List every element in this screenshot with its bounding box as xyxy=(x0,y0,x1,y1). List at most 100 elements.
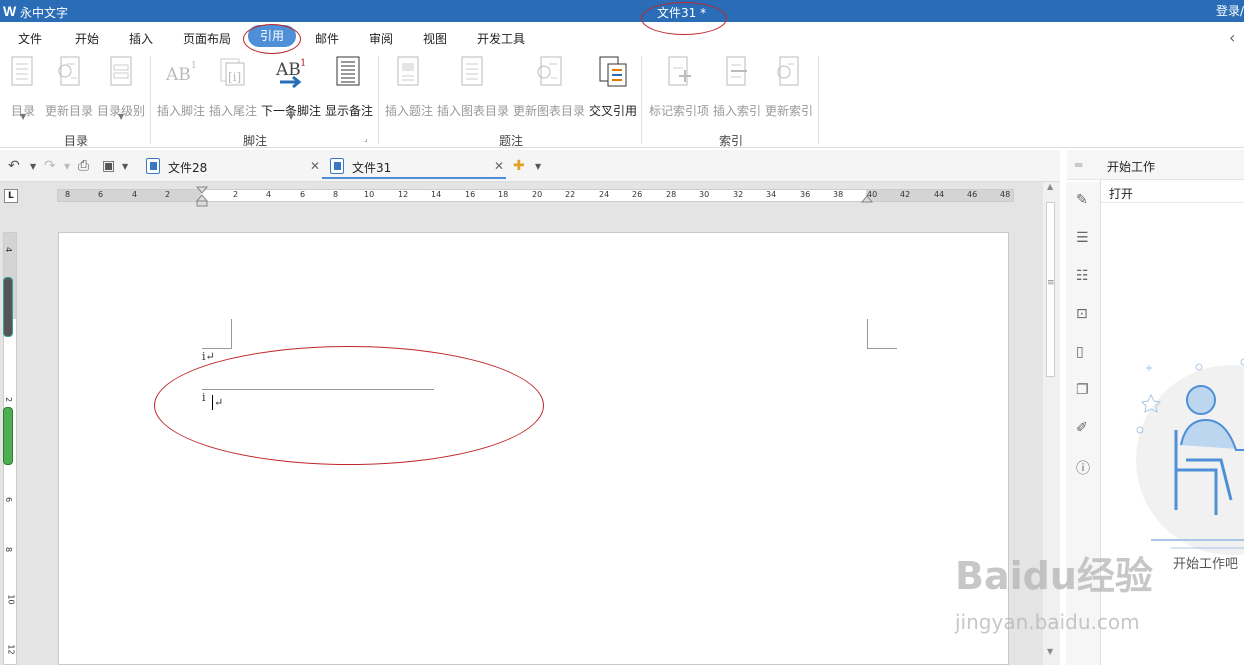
ruler-tick: 42 xyxy=(900,190,911,199)
menu-insert[interactable]: 插入 xyxy=(129,30,153,47)
footnote-dialog-launcher-icon[interactable]: ⌟ xyxy=(364,134,368,143)
menu-developer[interactable]: 开发工具 xyxy=(477,30,525,47)
menu-home[interactable]: 开始 xyxy=(75,30,99,47)
lock-icon[interactable]: ⊡ xyxy=(1076,306,1088,322)
svg-text:[i]: [i] xyxy=(228,70,241,84)
new-document-dropdown-icon[interactable]: ▼ xyxy=(535,162,541,171)
insert-endnote-icon[interactable]: [i] xyxy=(217,57,251,87)
outline-icon[interactable]: ☷ xyxy=(1076,268,1089,284)
insert-index-icon[interactable] xyxy=(723,56,751,88)
customize-toolbar-icon[interactable]: ▼ xyxy=(122,162,128,171)
ruler-tick: 2 xyxy=(4,396,14,403)
annotation-ellipse xyxy=(243,24,301,54)
insert-index-button[interactable]: 插入索引 xyxy=(713,102,761,119)
update-toc-icon[interactable] xyxy=(55,56,83,88)
cross-reference-button[interactable]: 交叉引用 xyxy=(589,102,637,119)
ruler-left-margin xyxy=(58,190,201,201)
edit-icon[interactable]: ✐ xyxy=(1076,420,1088,436)
document-icon xyxy=(330,158,344,174)
insert-footnote-icon[interactable]: AB 1 xyxy=(164,58,198,86)
show-notes-button[interactable]: 显示备注 xyxy=(325,102,373,119)
ribbon-separator xyxy=(818,56,819,144)
ruler-tick: 16 xyxy=(465,190,476,199)
app-logo-icon: W xyxy=(3,3,17,19)
update-figure-toc-icon[interactable] xyxy=(535,56,565,88)
document-icon xyxy=(146,158,160,174)
update-index-icon[interactable] xyxy=(774,56,804,88)
close-icon[interactable]: ✕ xyxy=(494,159,504,173)
next-footnote-icon[interactable]: AB 1 xyxy=(274,55,310,89)
vertical-ruler-margin-handle[interactable] xyxy=(3,277,13,337)
undo-dropdown-icon[interactable]: ▼ xyxy=(30,162,36,171)
new-document-icon[interactable]: ✚ xyxy=(513,158,525,174)
close-icon[interactable]: ✕ xyxy=(310,159,320,173)
mark-index-button[interactable]: 标记索引项 xyxy=(649,102,709,119)
ruler-tick: 4 xyxy=(4,246,14,253)
group-index-label: 索引 xyxy=(719,134,744,148)
ribbon: AB 1 [i] AB 1 目录 ▼ 更新目录 目录级别 ▼ 插入脚注 插入尾注 下… xyxy=(0,52,1244,148)
insert-figure-toc-button[interactable]: 插入图表目录 xyxy=(437,102,509,119)
menu-page-layout[interactable]: 页面布局 xyxy=(183,30,231,47)
document-page[interactable]: i↵ i ↵ xyxy=(58,232,1009,665)
right-indent-marker-icon[interactable] xyxy=(861,194,873,203)
menu-review[interactable]: 审阅 xyxy=(369,30,393,47)
svg-text:1: 1 xyxy=(191,61,197,71)
help-icon[interactable]: ⓘ xyxy=(1076,458,1090,478)
ruler-tick: 12 xyxy=(6,644,16,655)
cross-reference-icon[interactable] xyxy=(598,56,628,88)
save-icon[interactable]: ▣ xyxy=(102,158,115,174)
toc-dropdown-icon[interactable]: ▼ xyxy=(20,112,26,121)
toc-icon[interactable] xyxy=(10,56,36,88)
menu-file[interactable]: 文件 xyxy=(18,30,42,47)
annotation-ellipse xyxy=(154,346,544,465)
update-figure-toc-button[interactable]: 更新图表目录 xyxy=(513,102,585,119)
menu-bar: 文件 开始 插入 页面布局 引用 邮件 审阅 视图 开发工具 ‹ xyxy=(0,22,1244,52)
pen-icon[interactable]: ✎ xyxy=(1076,192,1088,208)
toc-level-icon[interactable] xyxy=(108,56,134,88)
panel-grip-icon[interactable]: ═ xyxy=(1075,158,1082,172)
update-toc-button[interactable]: 更新目录 xyxy=(45,102,93,119)
ribbon-separator xyxy=(378,56,379,144)
margin-corner-mark xyxy=(867,319,897,349)
show-notes-icon[interactable] xyxy=(335,56,361,88)
print-preview-icon[interactable]: ⎙ xyxy=(78,158,89,174)
redo-icon[interactable]: ↷ xyxy=(44,158,56,174)
ruler-tick: 44 xyxy=(934,190,945,199)
toc-level-dropdown-icon[interactable]: ▼ xyxy=(118,112,124,121)
ruler-tick: 2 xyxy=(165,190,171,199)
tab-file28[interactable]: 文件28 ✕ xyxy=(146,154,322,180)
scrollbar-thumb[interactable] xyxy=(1046,202,1055,377)
menu-mail[interactable]: 邮件 xyxy=(315,30,339,47)
svg-text:1: 1 xyxy=(300,58,306,69)
ruler-tick: 24 xyxy=(599,190,610,199)
mark-index-icon[interactable] xyxy=(665,56,693,88)
body-paragraph[interactable]: i↵ xyxy=(202,350,215,363)
insert-caption-button[interactable]: 插入题注 xyxy=(385,102,433,119)
open-link[interactable]: 打开 xyxy=(1109,185,1133,202)
collapse-ribbon-icon[interactable]: ‹ xyxy=(1229,28,1235,47)
ruler-tick: 18 xyxy=(498,190,509,199)
next-footnote-dropdown-icon[interactable]: ▼ xyxy=(288,112,294,121)
clipboard-icon[interactable]: ▯ xyxy=(1076,344,1084,360)
svg-text:AB: AB xyxy=(275,60,301,80)
copy-icon[interactable]: ❐ xyxy=(1076,382,1089,398)
login-link[interactable]: 登录/ xyxy=(1216,2,1244,19)
redo-dropdown-icon[interactable]: ▼ xyxy=(64,162,70,171)
tab-stop-selector[interactable]: L xyxy=(4,189,18,203)
insert-endnote-button[interactable]: 插入尾注 xyxy=(209,102,257,119)
vertical-ruler-footnote-handle[interactable] xyxy=(3,407,13,465)
insert-figure-toc-icon[interactable] xyxy=(460,56,486,88)
app-name: 永中文字 xyxy=(20,6,69,20)
title-bar: W 永中文字 文件31 * 登录/ xyxy=(0,0,1244,22)
undo-icon[interactable]: ↶ xyxy=(8,158,20,174)
update-index-button[interactable]: 更新索引 xyxy=(765,102,813,119)
insert-caption-icon[interactable] xyxy=(396,56,422,88)
ruler-tick: 32 xyxy=(733,190,744,199)
ruler-tick: 8 xyxy=(4,546,14,553)
scroll-up-icon[interactable]: ▲ xyxy=(1047,182,1053,191)
insert-footnote-button[interactable]: 插入脚注 xyxy=(157,102,205,119)
scroll-down-icon[interactable]: ▼ xyxy=(1047,647,1053,656)
indent-marker-icon[interactable] xyxy=(196,186,208,208)
menu-view[interactable]: 视图 xyxy=(423,30,447,47)
sliders-icon[interactable]: ☰ xyxy=(1076,230,1089,246)
